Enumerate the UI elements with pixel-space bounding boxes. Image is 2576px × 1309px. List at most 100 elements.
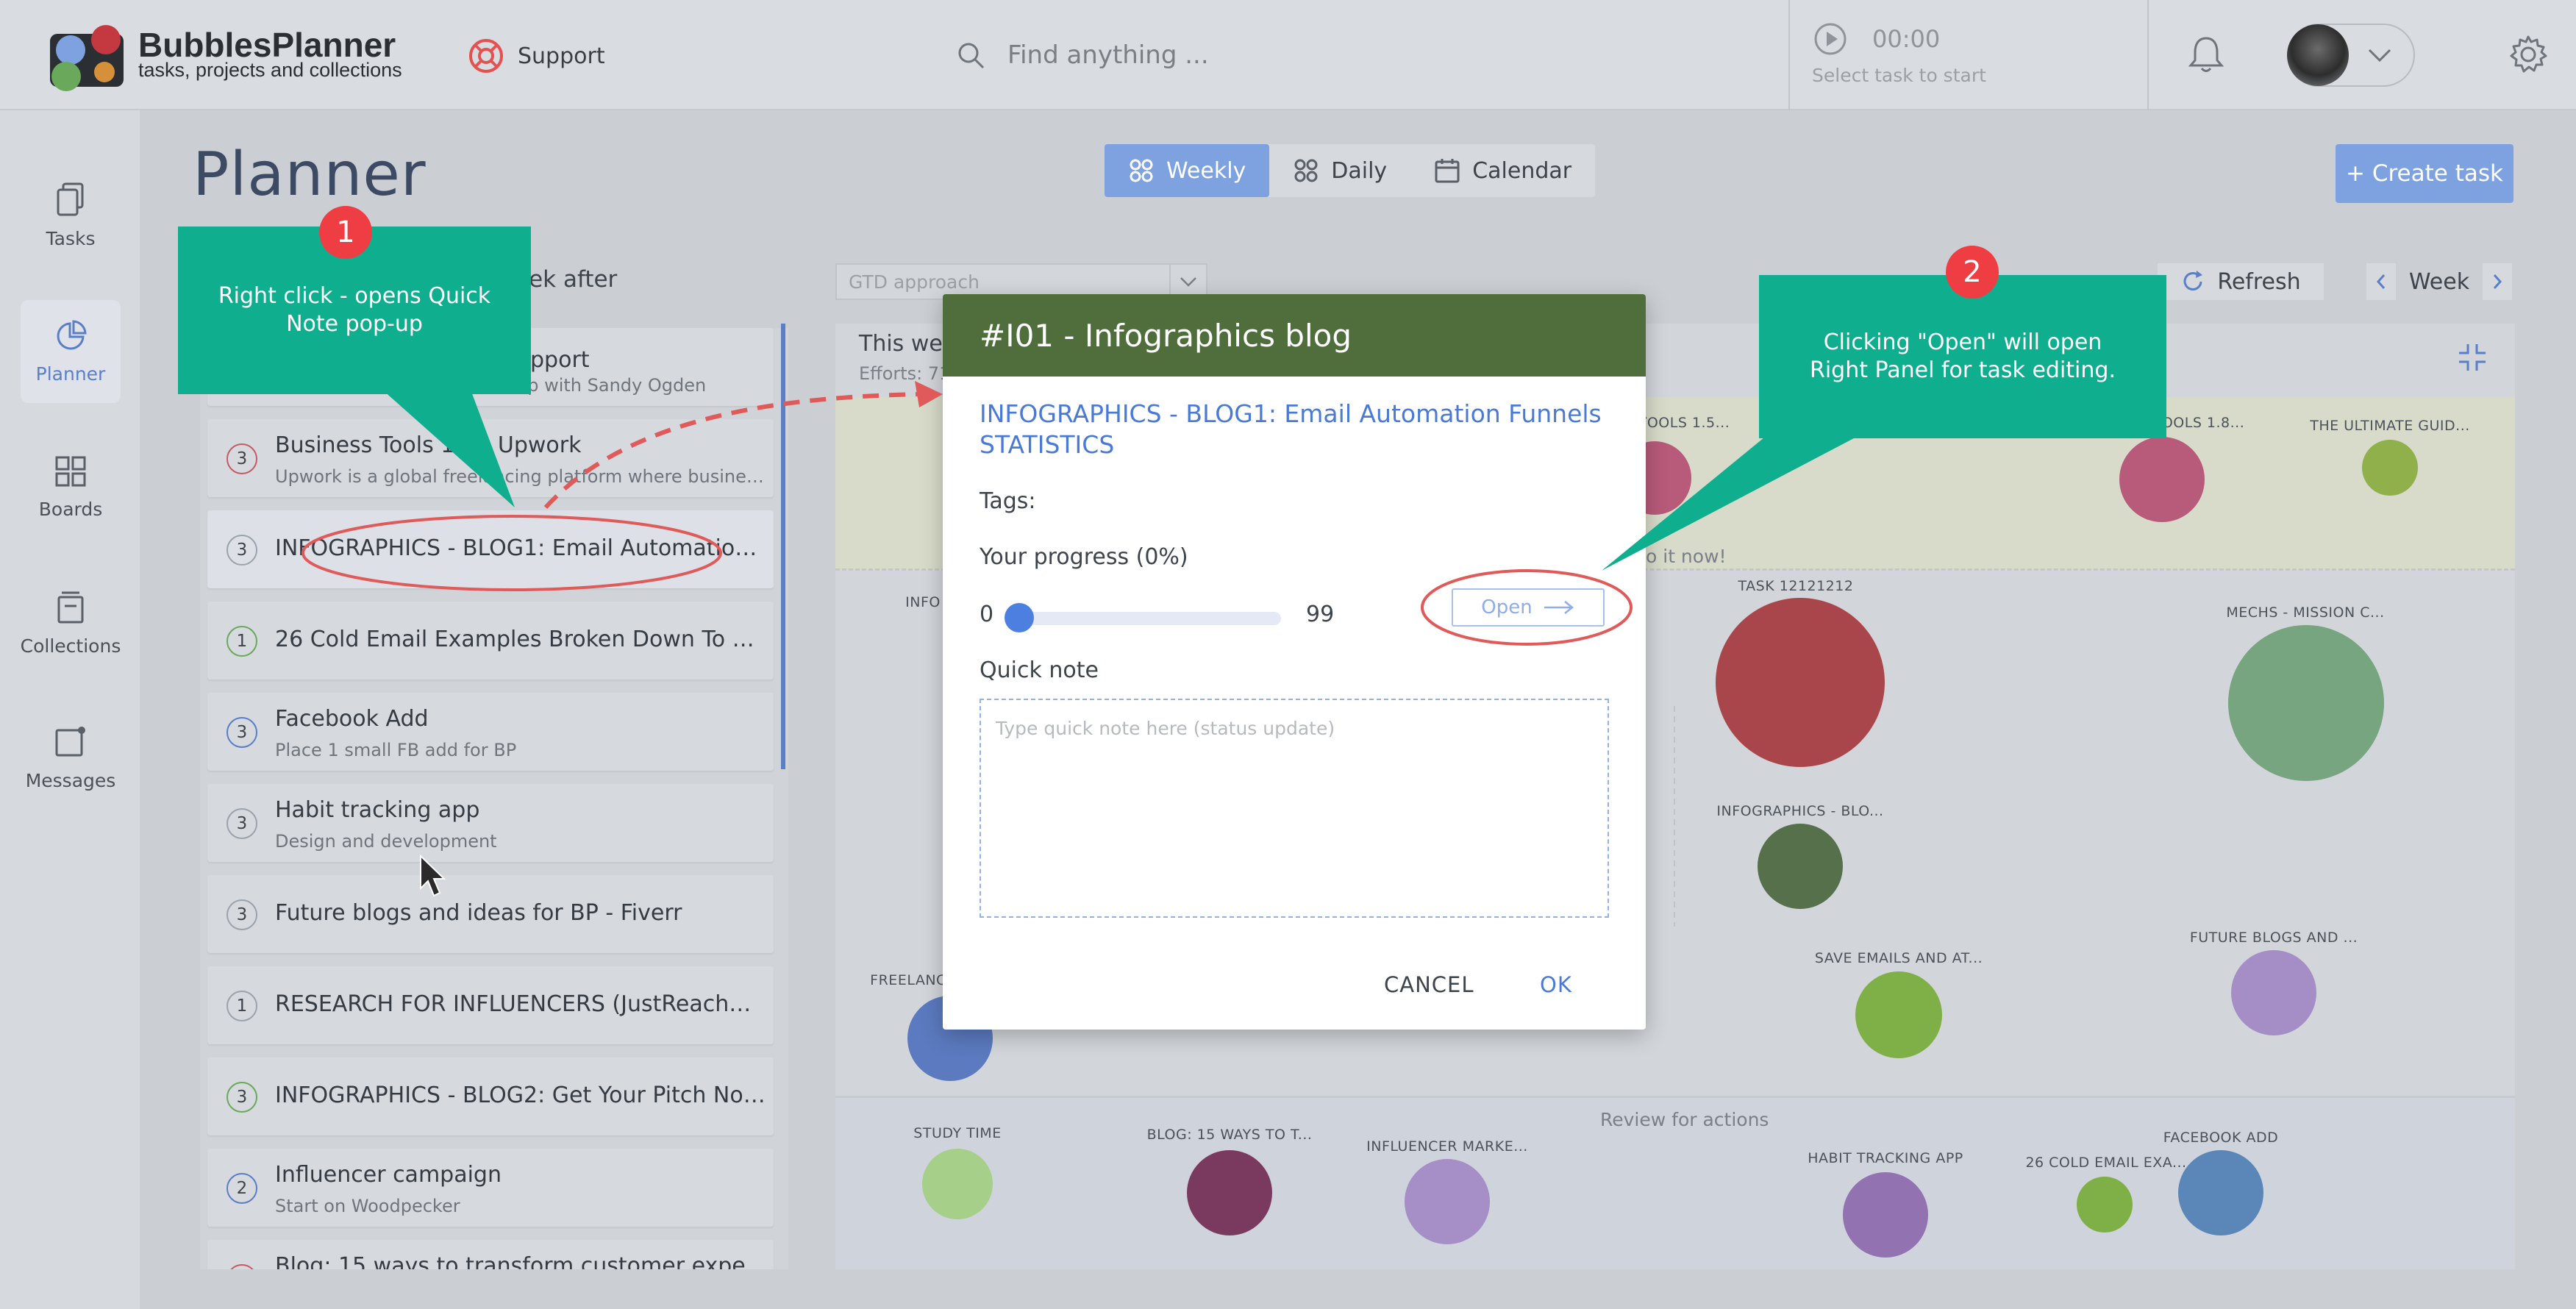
tab-label: Calendar (1472, 157, 1572, 184)
slider-handle[interactable] (1005, 603, 1034, 632)
modal-task-title[interactable]: INFOGRAPHICS - BLOG1: Email Automation F… (980, 399, 1612, 460)
bubble-label: TOOLS 1.5... (1638, 415, 1730, 431)
list-item[interactable]: Blog: 15 ways to transform customer expe… (207, 1240, 774, 1269)
chevron-down-icon (2368, 49, 2391, 63)
task-subtitle: up with Sandy Ogden (516, 375, 707, 396)
play-icon[interactable] (1813, 22, 1847, 56)
bubble[interactable] (2362, 440, 2418, 496)
zone-caption: Review for actions (1600, 1109, 1769, 1130)
quick-note-input[interactable] (980, 699, 1609, 918)
tab-daily[interactable]: Daily (1269, 144, 1410, 197)
nav-messages[interactable]: Messages (21, 706, 121, 809)
bubble[interactable] (922, 1149, 993, 1219)
open-button[interactable]: Open (1452, 588, 1605, 627)
list-item[interactable]: 3 INFOGRAPHICS - BLOG1: Email Automation… (207, 510, 774, 588)
copy-icon (57, 182, 84, 215)
nav-boards[interactable]: Boards (21, 435, 121, 538)
board-title: This wee (859, 331, 957, 357)
modal-header: #I01 - Infographics blog (943, 294, 1646, 377)
task-title: Habit tracking app (275, 797, 480, 823)
bell-icon[interactable] (2184, 32, 2228, 76)
bubble[interactable] (1758, 824, 1843, 909)
refresh-button[interactable]: Refresh (2158, 263, 2324, 300)
bubble[interactable] (1187, 1150, 1272, 1235)
list-item[interactable]: 3 Business Tools 1.5 - Upwork Upwork is … (207, 419, 774, 497)
task-title: upport (516, 347, 590, 373)
board-efforts: Efforts: 71 (859, 363, 951, 384)
collapse-icon[interactable] (2456, 341, 2488, 374)
arrow-right-icon (1544, 601, 1574, 614)
divider (2147, 0, 2149, 110)
nav-planner[interactable]: Planner (21, 300, 121, 403)
period-nav: Week (2366, 263, 2512, 300)
bubble-label: 26 COLD EMAIL EXA... (2025, 1155, 2187, 1171)
nav-label: Messages (25, 769, 116, 791)
chevron-left-icon[interactable] (2366, 263, 2396, 300)
bubble[interactable] (2119, 437, 2205, 522)
slider-max: 99 (1306, 602, 1335, 627)
nav-collections[interactable]: Collections (21, 571, 121, 674)
list-item[interactable]: 3 Facebook Add Place 1 small FB add for … (207, 693, 774, 771)
bubble[interactable] (2231, 950, 2316, 1035)
bubble-label: INFLUENCER MARKE... (1366, 1138, 1528, 1155)
tab-calendar[interactable]: Calendar (1410, 144, 1595, 197)
progress-slider[interactable] (1016, 612, 1281, 625)
priority-badge: 2 (226, 1173, 257, 1204)
bubble[interactable] (2178, 1150, 2263, 1235)
priority-badge (226, 1264, 257, 1269)
progress-label: Your progress (0%) (980, 544, 1188, 570)
bubble[interactable] (2228, 625, 2384, 781)
task-title: INFOGRAPHICS - BLOG2: Get Your Pitch Not… (275, 1082, 768, 1108)
left-nav: Tasks Planner Boards Collections Message… (0, 110, 140, 1309)
tab-weekly[interactable]: Weekly (1105, 144, 1270, 197)
task-subtitle: Place 1 small FB add for BP (275, 740, 517, 760)
chevron-right-icon[interactable] (2482, 263, 2512, 300)
bubble-label: TASK 12121212 (1738, 578, 1854, 594)
list-item[interactable]: 3 INFOGRAPHICS - BLOG2: Get Your Pitch N… (207, 1057, 774, 1135)
task-title: Influencer campaign (275, 1162, 502, 1188)
list-item[interactable]: 3 Habit tracking app Design and developm… (207, 784, 774, 862)
search-bar[interactable] (956, 29, 1765, 81)
period-label[interactable]: Week (2409, 269, 2469, 295)
nav-label: Boards (38, 498, 103, 520)
bubble[interactable] (2077, 1177, 2133, 1233)
support-button[interactable]: Support (468, 34, 605, 78)
priority-badge: 3 (226, 1082, 257, 1113)
cancel-button[interactable]: CANCEL (1384, 972, 1474, 997)
divider (1674, 706, 1675, 927)
view-tabs: Weekly Daily Calendar (1105, 144, 1596, 197)
cursor-icon (420, 855, 446, 897)
bubble[interactable] (1716, 598, 1885, 767)
bubble-label: HABIT TRACKING APP (1808, 1150, 1963, 1166)
task-list[interactable]: upport up with Sandy Ogden 3 Business To… (200, 328, 788, 1269)
list-item[interactable]: 2 Influencer campaign Start on Woodpecke… (207, 1149, 774, 1227)
app-tagline: tasks, projects and collections (138, 59, 402, 81)
priority-badge: 3 (226, 443, 257, 474)
gear-icon[interactable] (2508, 34, 2549, 75)
logo-icon[interactable] (47, 21, 128, 94)
list-item[interactable]: 1 RESEARCH FOR INFLUENCERS (JustReachOut… (207, 966, 774, 1044)
bubble-label: FREELANC (870, 972, 946, 988)
list-item[interactable]: 3 Future blogs and ideas for BP - Fiverr (207, 875, 774, 953)
calendar-icon (1435, 159, 1460, 183)
bubble[interactable] (1855, 971, 1942, 1058)
avatar (2287, 24, 2349, 86)
search-input[interactable] (1007, 40, 1669, 70)
user-menu[interactable] (2287, 24, 2415, 87)
lifebuoy-icon (469, 39, 503, 73)
quick-note-modal: #I01 - Infographics blog INFOGRAPHICS - … (943, 294, 1646, 1030)
list-item[interactable]: 1 26 Cold Email Examples Broken Down To … (207, 602, 774, 680)
divider (1788, 0, 1790, 110)
create-task-button[interactable]: + Create task (2336, 144, 2513, 203)
bubble[interactable] (1405, 1159, 1490, 1244)
zone-caption: o it now! (1646, 546, 1727, 567)
ok-button[interactable]: OK (1540, 972, 1572, 997)
nav-tasks[interactable]: Tasks (21, 163, 121, 266)
task-title: Blog: 15 ways to transform customer expe… (275, 1253, 768, 1269)
callout-marker: 1 (319, 206, 372, 259)
bubble-label: MECHS - MISSION C... (2226, 604, 2385, 621)
bubble[interactable] (1843, 1172, 1928, 1258)
scrollbar[interactable] (781, 324, 785, 769)
priority-badge: 1 (226, 991, 257, 1021)
pie-chart-icon (57, 319, 87, 349)
